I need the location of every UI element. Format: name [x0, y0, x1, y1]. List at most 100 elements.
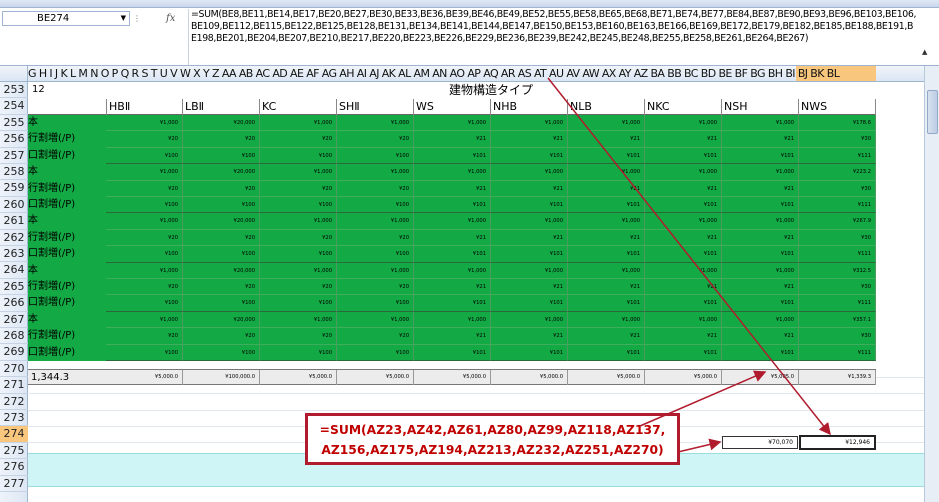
- row-label[interactable]: 行割増(/P): [28, 230, 104, 246]
- row-number-260[interactable]: 260: [0, 197, 28, 214]
- total-cell[interactable]: ¥100,000.0: [183, 370, 260, 385]
- table-cell[interactable]: ¥100: [337, 197, 414, 214]
- table-cell[interactable]: ¥30: [799, 279, 876, 296]
- sheet-title[interactable]: 建物構造タイプ: [106, 82, 876, 99]
- table-cell[interactable]: ¥100: [183, 147, 260, 165]
- table-cell[interactable]: ¥100: [106, 147, 183, 165]
- splitter-icon[interactable]: ⋮: [133, 14, 141, 23]
- table-cell[interactable]: ¥100: [260, 344, 337, 361]
- table-cell[interactable]: ¥20: [183, 180, 260, 197]
- table-cell[interactable]: ¥1,000: [414, 311, 491, 329]
- row-label[interactable]: 行割増(/P): [28, 328, 104, 344]
- table-cell[interactable]: ¥1,000: [491, 262, 568, 279]
- table-cell[interactable]: ¥223.2: [799, 164, 876, 181]
- table-cell[interactable]: ¥101: [568, 197, 645, 214]
- table-cell[interactable]: ¥267.9: [799, 213, 876, 230]
- table-cell[interactable]: ¥100: [337, 295, 414, 312]
- row-number-277[interactable]: 277: [0, 476, 28, 492]
- table-cell[interactable]: ¥20: [106, 180, 183, 197]
- type-header-HBⅡ[interactable]: HBⅡ: [106, 99, 183, 115]
- table-cell[interactable]: ¥20,000: [183, 262, 260, 279]
- table-cell[interactable]: ¥101: [414, 295, 491, 312]
- total-cell[interactable]: ¥5,000.0: [568, 370, 645, 385]
- table-cell[interactable]: ¥1,000: [337, 262, 414, 279]
- table-cell[interactable]: ¥101: [568, 344, 645, 361]
- table-cell[interactable]: ¥1,000: [106, 311, 183, 329]
- total-cell[interactable]: ¥5,000.0: [106, 370, 183, 385]
- table-cell[interactable]: ¥20: [106, 131, 183, 148]
- table-cell[interactable]: ¥21: [414, 229, 491, 247]
- table-cell[interactable]: ¥20: [106, 328, 183, 345]
- table-cell[interactable]: ¥1,000: [568, 164, 645, 181]
- row-label[interactable]: 口割増(/P): [28, 246, 104, 262]
- table-cell[interactable]: ¥21: [568, 180, 645, 197]
- table-cell[interactable]: ¥1,000: [645, 164, 722, 181]
- type-header-LBⅡ[interactable]: LBⅡ: [183, 99, 260, 115]
- scrollbar-thumb[interactable]: [927, 90, 938, 134]
- table-cell[interactable]: ¥21: [568, 131, 645, 148]
- table-cell[interactable]: ¥21: [414, 279, 491, 296]
- table-cell[interactable]: ¥21: [722, 229, 799, 247]
- table-cell[interactable]: ¥101: [722, 295, 799, 312]
- table-cell[interactable]: ¥101: [722, 246, 799, 263]
- table-cell[interactable]: ¥111: [799, 295, 876, 312]
- table-cell[interactable]: ¥21: [722, 180, 799, 197]
- table-cell[interactable]: ¥1,000: [337, 213, 414, 230]
- table-cell[interactable]: ¥1,000: [260, 311, 337, 329]
- table-cell[interactable]: ¥1,000: [260, 164, 337, 181]
- table-cell[interactable]: ¥20: [337, 180, 414, 197]
- table-cell[interactable]: ¥111: [799, 246, 876, 263]
- row-label[interactable]: 口割増(/P): [28, 295, 104, 311]
- table-cell[interactable]: ¥100: [337, 147, 414, 165]
- row-number-267[interactable]: 267: [0, 312, 28, 328]
- table-cell[interactable]: ¥101: [645, 344, 722, 361]
- table-cell[interactable]: ¥101: [722, 197, 799, 214]
- table-cell[interactable]: ¥20: [260, 279, 337, 296]
- table-cell[interactable]: ¥100: [183, 295, 260, 312]
- table-cell[interactable]: ¥20,000: [183, 164, 260, 181]
- table-cell[interactable]: ¥20,000: [183, 311, 260, 329]
- table-cell[interactable]: ¥178.6: [799, 115, 876, 132]
- table-cell[interactable]: ¥1,000: [645, 311, 722, 329]
- table-cell[interactable]: ¥21: [491, 131, 568, 148]
- table-cell[interactable]: ¥100: [260, 197, 337, 214]
- table-cell[interactable]: ¥1,000: [106, 115, 183, 132]
- total-cell[interactable]: ¥5,000.0: [414, 370, 491, 385]
- table-cell[interactable]: ¥20: [106, 229, 183, 247]
- table-cell[interactable]: ¥30: [799, 229, 876, 247]
- table-cell[interactable]: ¥101: [491, 246, 568, 263]
- type-header-NSH[interactable]: NSH: [722, 99, 799, 115]
- table-cell[interactable]: ¥21: [414, 328, 491, 345]
- table-cell[interactable]: ¥1,000: [106, 213, 183, 230]
- row-number-263[interactable]: 263: [0, 246, 28, 263]
- type-header-KC[interactable]: KC: [260, 99, 337, 115]
- table-cell[interactable]: ¥20: [183, 279, 260, 296]
- table-cell[interactable]: ¥1,000: [260, 213, 337, 230]
- table-cell[interactable]: ¥21: [491, 180, 568, 197]
- row-number-264[interactable]: 264: [0, 262, 28, 279]
- table-cell[interactable]: ¥1,000: [645, 115, 722, 132]
- table-cell[interactable]: ¥21: [722, 328, 799, 345]
- row-number-262[interactable]: 262: [0, 230, 28, 246]
- table-cell[interactable]: ¥100: [183, 344, 260, 361]
- vertical-scrollbar[interactable]: [924, 66, 939, 502]
- table-cell[interactable]: ¥20,000: [183, 213, 260, 230]
- table-cell[interactable]: ¥101: [414, 246, 491, 263]
- table-cell[interactable]: ¥1,000: [414, 213, 491, 230]
- sum-cell-az274[interactable]: ¥70,070: [722, 436, 798, 449]
- table-cell[interactable]: ¥101: [491, 295, 568, 312]
- table-cell[interactable]: ¥100: [183, 246, 260, 263]
- table-cell[interactable]: ¥100: [260, 246, 337, 263]
- table-cell[interactable]: ¥20: [337, 229, 414, 247]
- table-cell[interactable]: ¥101: [722, 147, 799, 165]
- table-cell[interactable]: ¥1,000: [568, 311, 645, 329]
- row-number-273[interactable]: 273: [0, 410, 28, 427]
- table-cell[interactable]: ¥1,000: [491, 311, 568, 329]
- table-cell[interactable]: ¥21: [645, 229, 722, 247]
- table-cell[interactable]: ¥101: [645, 246, 722, 263]
- row-number-255[interactable]: 255: [0, 115, 28, 132]
- table-cell[interactable]: ¥100: [183, 197, 260, 214]
- row-number-270[interactable]: 270: [0, 361, 28, 378]
- table-cell[interactable]: ¥20: [337, 328, 414, 345]
- table-cell[interactable]: ¥1,000: [645, 213, 722, 230]
